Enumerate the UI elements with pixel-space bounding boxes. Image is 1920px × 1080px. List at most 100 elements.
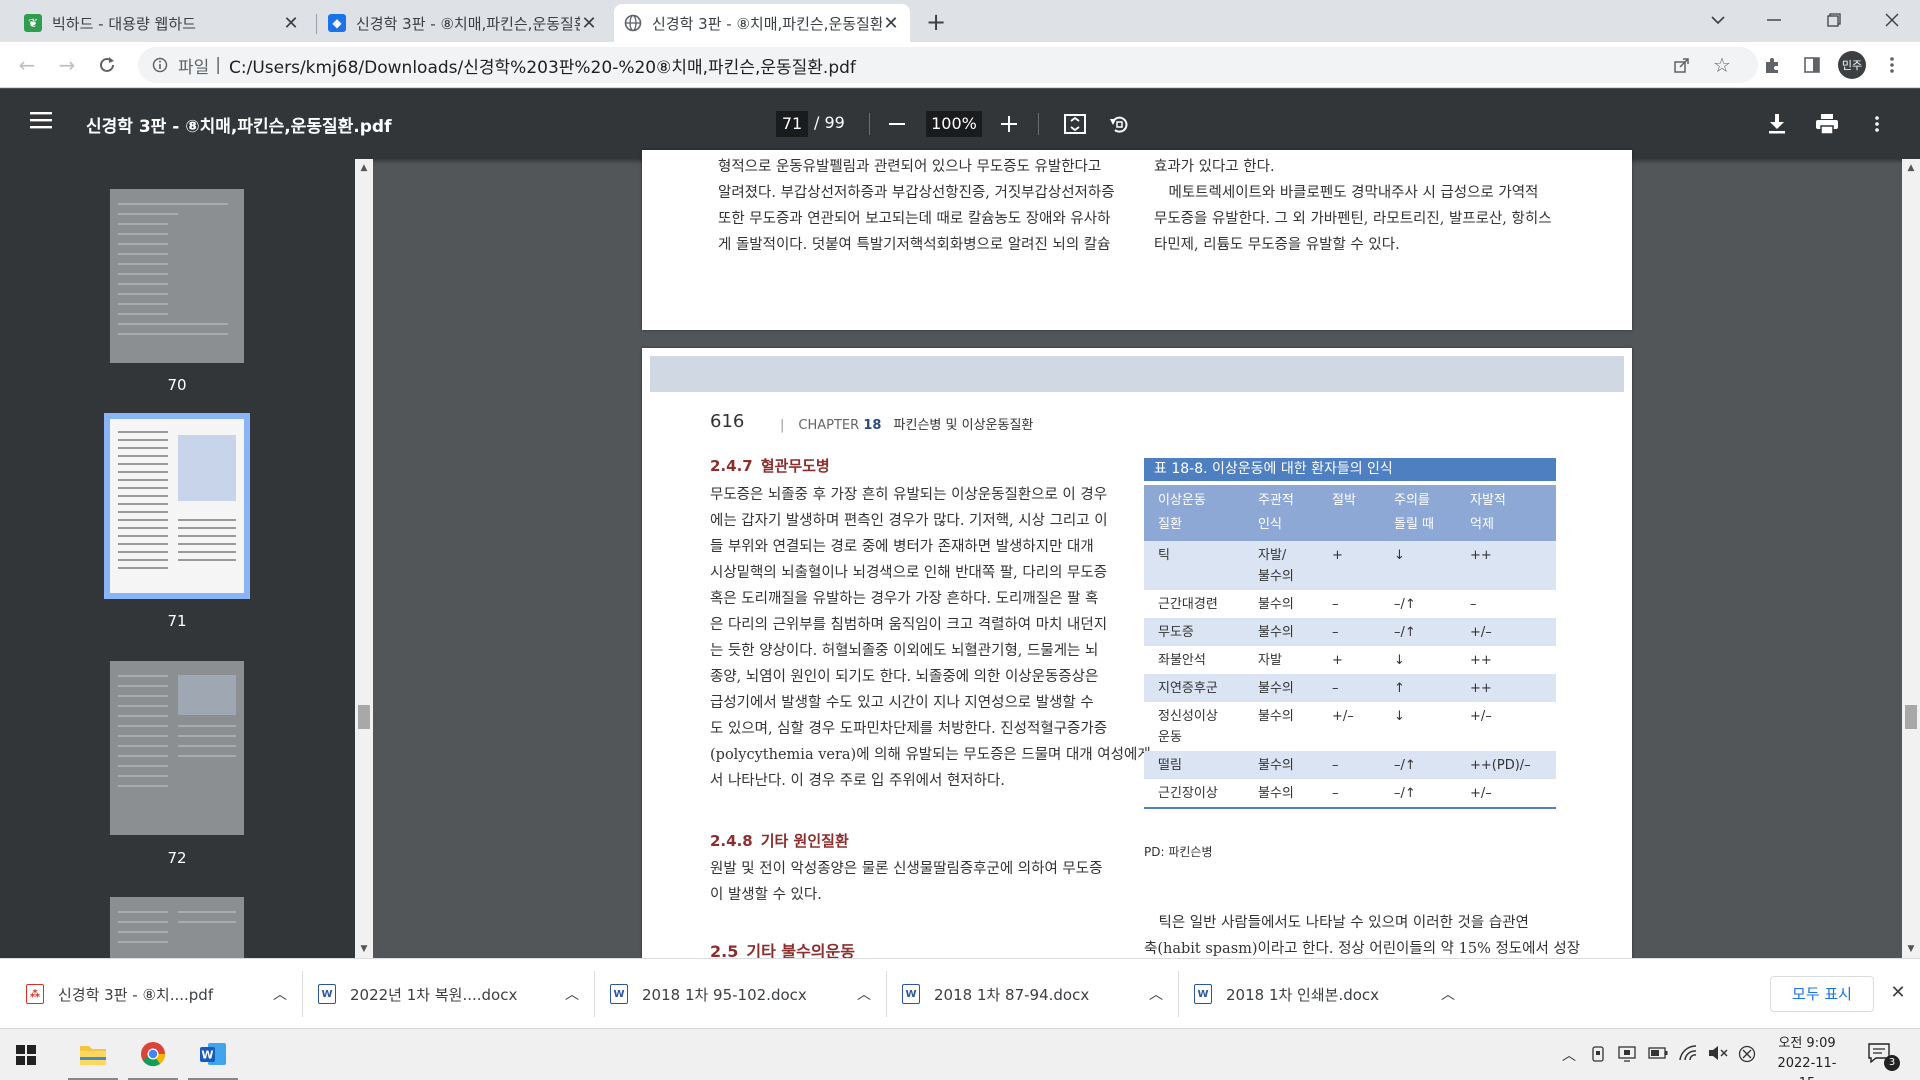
scroll-up-icon[interactable]: ▲ (355, 159, 373, 177)
wifi-icon[interactable] (1678, 1044, 1698, 1062)
close-download-shelf-icon[interactable]: ✕ (1886, 981, 1910, 1005)
address-bar[interactable]: 파일 | C:/Users/kmj68/Downloads/신경학%203판%2… (138, 47, 1758, 83)
table-cell: ++ (1456, 541, 1556, 590)
word-file-icon: W (1194, 984, 1212, 1004)
show-all-button[interactable]: 모두 표시 (1770, 976, 1874, 1012)
thumbnail-page-70[interactable] (110, 189, 244, 363)
reload-icon[interactable] (92, 50, 122, 80)
windows-start-icon[interactable] (16, 1045, 36, 1065)
tray-chevron-up-icon[interactable]: ︿ (1562, 1045, 1576, 1065)
text-line: 또한 무도증과 연관되어 보고되는데 때로 칼슘농도 장애와 유사하 (718, 211, 1111, 227)
download-shelf: ⁂ 신경학 3판 - ⑧치....pdf ︿ W 2022년 1차 복원....docx… (0, 958, 1920, 1028)
table-cell: 자발 (1258, 653, 1282, 668)
chevron-up-icon[interactable]: ︿ (1436, 984, 1460, 1004)
chapter-title: 파킨슨병 및 이상운동질환 (893, 418, 1034, 433)
scroll-up-icon[interactable]: ▲ (1902, 159, 1920, 177)
restore-icon[interactable] (1806, 0, 1862, 40)
side-panel-icon[interactable] (1798, 51, 1826, 79)
sidebar-scrollbar[interactable]: ▲ ▼ (355, 159, 373, 958)
table-title: 표 18-8. 이상운동에 대한 환자들의 인식 (1144, 458, 1556, 481)
page-number-input[interactable]: 71 (776, 111, 808, 137)
print-icon[interactable] (1814, 111, 1840, 137)
battery-icon[interactable] (1648, 1047, 1668, 1059)
chapter-header: | CHAPTER 18 파킨슨병 및 이상운동질환 (780, 418, 1034, 433)
download-divider (302, 971, 303, 1017)
table-row: 무도증 불수의 – –/↑ +/– (1144, 618, 1556, 646)
tab-bighard[interactable]: ❦ 빅하드 - 대용량 웹하드 ✕ (14, 4, 310, 42)
thumbnail-page-71[interactable] (104, 413, 250, 599)
download-item[interactable]: W 2018 1차 인쇄본.docx ︿ (1188, 973, 1460, 1015)
document-scrollbar[interactable]: ▲ ▼ (1902, 159, 1920, 958)
table-cell: ↓ (1394, 653, 1405, 668)
thumbnail-label: 72 (167, 849, 187, 867)
tab-pdf-dropbox[interactable]: ◆ 신경학 3판 - ⑧치매,파킨슨,운동질환.pdf ✕ (318, 4, 608, 42)
tab-search-icon[interactable] (1690, 0, 1746, 40)
download-item[interactable]: ⁂ 신경학 3판 - ⑧치....pdf ︿ (20, 973, 292, 1015)
text-line: 는 듯한 양상이다. 허혈뇌졸중 이외에도 뇌혈관기형, 드물게는 뇌 (710, 643, 1099, 659)
download-divider (594, 971, 595, 1017)
table-cell: +/– (1456, 779, 1556, 809)
download-item[interactable]: W 2022년 1차 복원....docx ︿ (312, 973, 584, 1015)
new-tab-button[interactable]: + (922, 8, 950, 36)
table-cell: 불수의 (1244, 779, 1318, 809)
table-row: 근간대경련 불수의 – –/↑ – (1144, 590, 1556, 618)
rotate-icon[interactable] (1106, 111, 1132, 137)
tray-device-icon[interactable] (1590, 1046, 1606, 1062)
url-text[interactable]: C:/Users/kmj68/Downloads/신경학%203판%20-%20… (229, 53, 856, 78)
scroll-down-icon[interactable]: ▼ (355, 940, 373, 958)
hamburger-menu-icon[interactable] (30, 111, 52, 129)
fit-page-icon[interactable] (1062, 111, 1088, 137)
word-app-icon[interactable]: W (188, 1029, 238, 1080)
ime-status-icon[interactable] (1738, 1045, 1756, 1063)
bookmark-star-icon[interactable]: ☆ (1708, 51, 1736, 79)
extensions-icon[interactable] (1758, 51, 1786, 79)
share-icon[interactable] (1668, 51, 1696, 79)
close-icon[interactable]: ✕ (580, 13, 598, 34)
download-item[interactable]: W 2018 1차 95-102.docx ︿ (604, 973, 876, 1015)
file-explorer-icon[interactable] (68, 1029, 118, 1080)
profile-avatar[interactable]: 민주 (1838, 51, 1866, 79)
tab-pdf-active[interactable]: 신경학 3판 - ⑧치매,파킨슨,운동질환.pdf ✕ (614, 4, 910, 42)
scroll-down-icon[interactable]: ▼ (1902, 940, 1920, 958)
system-clock[interactable]: 오전 9:09 2022-11-15 (1772, 1034, 1842, 1080)
chevron-up-icon[interactable]: ︿ (852, 984, 876, 1004)
chevron-up-icon[interactable]: ︿ (560, 984, 584, 1004)
address-separator: | (215, 55, 222, 75)
text-line: 급성기에서 발생할 수도 있고 시간이 지나 지연성으로 발생할 수 (710, 695, 1094, 711)
page-total: / 99 (814, 113, 845, 132)
minimize-icon[interactable] (1746, 0, 1802, 40)
table-cell: 불수의 (1244, 618, 1318, 646)
table-cell: – (1332, 597, 1339, 612)
scrollbar-thumb[interactable] (358, 705, 370, 729)
notification-center-icon[interactable]: 3 (1868, 1043, 1900, 1071)
scrollbar-thumb[interactable] (1905, 705, 1917, 729)
chevron-up-icon[interactable]: ︿ (1144, 984, 1168, 1004)
zoom-level[interactable]: 100% (926, 111, 982, 137)
page-header-band (650, 356, 1624, 392)
zoom-out-icon[interactable] (884, 111, 910, 137)
chevron-up-icon[interactable]: ︿ (268, 984, 292, 1004)
window-close-icon[interactable] (1864, 0, 1920, 40)
close-icon[interactable]: ✕ (282, 13, 300, 34)
text-line: 타민제, 리튬도 무도증을 유발할 수 있다. (1154, 237, 1400, 253)
back-icon[interactable]: ← (12, 50, 42, 80)
table-header-cell: 주관적 인식 (1244, 485, 1318, 541)
table-row: 정신성이상 운동 불수의 +/– ↓ +/– (1144, 702, 1556, 751)
zoom-in-icon[interactable] (996, 111, 1022, 137)
menu-kebab-icon[interactable] (1878, 51, 1906, 79)
pdf-more-icon[interactable] (1864, 111, 1890, 137)
download-icon[interactable] (1764, 111, 1790, 137)
table-cell: 근긴장이상 (1144, 779, 1244, 809)
chrome-icon[interactable] (128, 1029, 178, 1080)
volume-muted-icon[interactable] (1708, 1045, 1728, 1061)
thumbnail-page-72[interactable] (110, 661, 244, 835)
table-cell: – (1318, 618, 1380, 646)
thumbnail-page-73[interactable] (110, 897, 244, 958)
info-icon[interactable] (152, 57, 168, 73)
pdf-title: 신경학 3판 - ⑧치매,파킨슨,운동질환.pdf (86, 117, 392, 137)
download-item[interactable]: W 2018 1차 87-94.docx ︿ (896, 973, 1168, 1015)
forward-icon[interactable]: → (52, 50, 82, 80)
text-line: (polycythemia vera)에 의해 유발되는 무도증은 드물며 대개… (710, 747, 1151, 763)
tray-monitor-icon[interactable] (1618, 1046, 1636, 1062)
close-icon[interactable]: ✕ (882, 13, 900, 34)
